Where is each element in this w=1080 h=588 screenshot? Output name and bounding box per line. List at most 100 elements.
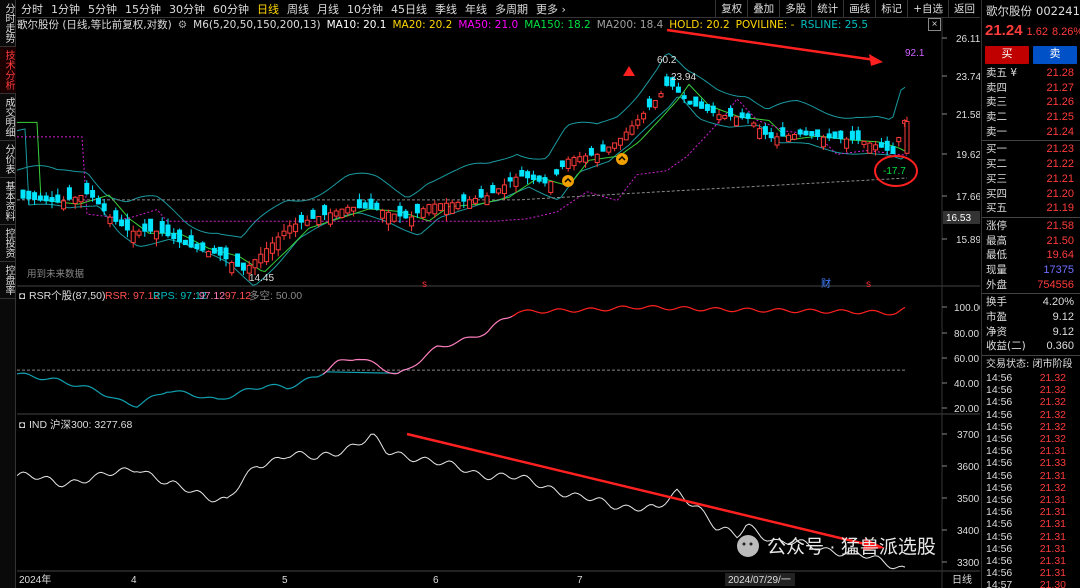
tool-button[interactable]: +自选: [907, 0, 948, 18]
sidebar-tab[interactable]: 技术分析: [0, 47, 16, 94]
candle-body: [594, 153, 600, 164]
trend-arrow: [666, 28, 876, 62]
candle-body: [762, 126, 768, 135]
rsr-tick: 60.00: [954, 354, 979, 365]
candle-body: [327, 212, 333, 225]
candle-body: [252, 259, 258, 269]
tool-button[interactable]: 画线: [843, 0, 875, 18]
candle-body: [258, 253, 264, 264]
candle-body: [704, 104, 710, 111]
s-marker[interactable]: s: [866, 279, 871, 290]
watermark: 公众号 · 猛兽派选股: [737, 535, 936, 558]
quote-label: 涨停: [986, 219, 1007, 232]
ind-icon[interactable]: ◘: [19, 420, 25, 431]
sidebar-tab[interactable]: 成交明细: [0, 94, 16, 141]
sidebar-tab[interactable]: 分时走势: [0, 0, 16, 47]
period-tab[interactable]: 60分钟: [209, 1, 253, 17]
tick-price: 21.31: [1039, 518, 1066, 531]
quote-value: 21.22: [1046, 158, 1074, 171]
tick-row: 14:56 21.31: [982, 567, 1080, 579]
candle-body: [710, 105, 716, 114]
finance-marker[interactable]: 财: [821, 277, 831, 290]
candle-body: [612, 142, 618, 149]
tick-list[interactable]: 14:56 21.32 14:56 21.32 14:56 21.32 14:56 21.32…: [982, 372, 1080, 588]
period-tab[interactable]: 45日线: [387, 1, 431, 17]
period-tab[interactable]: 分时: [17, 1, 47, 17]
tick-row: 14:56 21.31: [982, 518, 1080, 530]
period-tab[interactable]: 5分钟: [84, 1, 121, 17]
period-tab[interactable]: 季线: [431, 1, 461, 17]
sell-button[interactable]: 卖: [1033, 46, 1077, 64]
sidebar-tab[interactable]: 基本资料: [0, 178, 16, 225]
sidebar-tab[interactable]: 分价表: [0, 141, 16, 178]
arrow-head: [869, 54, 883, 66]
period-tab[interactable]: 月线: [313, 1, 343, 17]
candle-body: [119, 219, 125, 227]
rsr-icon[interactable]: ◘: [19, 291, 25, 302]
period-tab[interactable]: 年线: [461, 1, 491, 17]
quote-row: 现量 17375: [982, 263, 1080, 278]
quote-label: 卖四: [986, 81, 1007, 94]
candle-body: [838, 130, 844, 140]
tool-button[interactable]: 叠加: [747, 0, 779, 18]
candle-body: [211, 247, 217, 254]
sidebar-tab[interactable]: 控盘率: [0, 262, 16, 299]
ind-header: IND 沪深300: 3277.68: [29, 418, 132, 431]
candle-body: [751, 122, 757, 127]
tool-button[interactable]: 复权: [715, 0, 747, 18]
candle-body: [61, 200, 67, 210]
period-tab[interactable]: 10分钟: [343, 1, 387, 17]
ind-tick: 3600: [957, 462, 980, 473]
candle-body: [420, 208, 426, 218]
price-tick: 21.58: [956, 110, 980, 121]
quote-label: 最低: [986, 249, 1007, 262]
tool-button[interactable]: 统计: [811, 0, 843, 18]
sidebar-tab[interactable]: 控投资: [0, 225, 16, 262]
rsr-pink-line: [322, 314, 516, 375]
candle-body: [148, 218, 154, 232]
stock-chart[interactable]: 26.11 23.74 21.58 19.62 17.66 15.89 16.53 60.2…: [17, 18, 980, 588]
rsr-axis: 100.00 80.00 60.00 40.00 20.00: [942, 303, 980, 415]
date-tick: 日线: [952, 573, 972, 586]
tick-price: 21.31: [1039, 567, 1066, 580]
tool-button[interactable]: 返回: [948, 0, 980, 18]
candle-body: [281, 230, 287, 237]
candle-body: [124, 219, 130, 231]
period-tab[interactable]: 15分钟: [121, 1, 165, 17]
tick-price: 21.33: [1039, 457, 1066, 470]
rsline-end-label: 92.1: [905, 48, 925, 59]
candle-body: [275, 236, 281, 251]
candle-body: [206, 251, 212, 258]
period-tab[interactable]: 更多 ›: [532, 1, 570, 17]
period-tab[interactable]: 日线: [253, 1, 283, 17]
candle-body: [722, 114, 728, 119]
quote-label: 收益(二): [986, 340, 1026, 353]
tick-time: 14:56: [986, 469, 1013, 482]
candle-body: [432, 203, 438, 215]
stock-name: 歌尔股份: [986, 4, 1032, 18]
candle-body: [809, 131, 815, 137]
quote-row: 卖五 ¥ 21.28: [982, 66, 1080, 81]
period-tab[interactable]: 多周期: [491, 1, 532, 17]
quote-row: 最高 21.50: [982, 234, 1080, 249]
period-tab[interactable]: 1分钟: [47, 1, 84, 17]
period-tab[interactable]: 30分钟: [165, 1, 209, 17]
rsr-multi-value: 多空: 50.00: [249, 289, 302, 302]
period-tab[interactable]: 周线: [283, 1, 313, 17]
price-marker: 16.53: [946, 213, 971, 224]
buy-button[interactable]: 买: [985, 46, 1029, 64]
candle-body: [20, 189, 26, 199]
candle-body: [786, 134, 792, 142]
quote-row: 换手 4.20%: [982, 295, 1080, 310]
s-marker[interactable]: s: [422, 279, 427, 290]
candle-body: [542, 177, 548, 184]
candle-body: [501, 184, 507, 195]
candle-body: [623, 131, 629, 141]
candle-body: [583, 155, 589, 163]
quote-value: 4.20%: [1042, 296, 1074, 309]
stock-title: 歌尔股份 002241: [982, 0, 1080, 22]
peak-triangle: [623, 66, 635, 76]
tool-button[interactable]: 多股: [779, 0, 811, 18]
tool-button[interactable]: 标记: [875, 0, 907, 18]
tick-row: 14:56 21.32: [982, 421, 1080, 433]
